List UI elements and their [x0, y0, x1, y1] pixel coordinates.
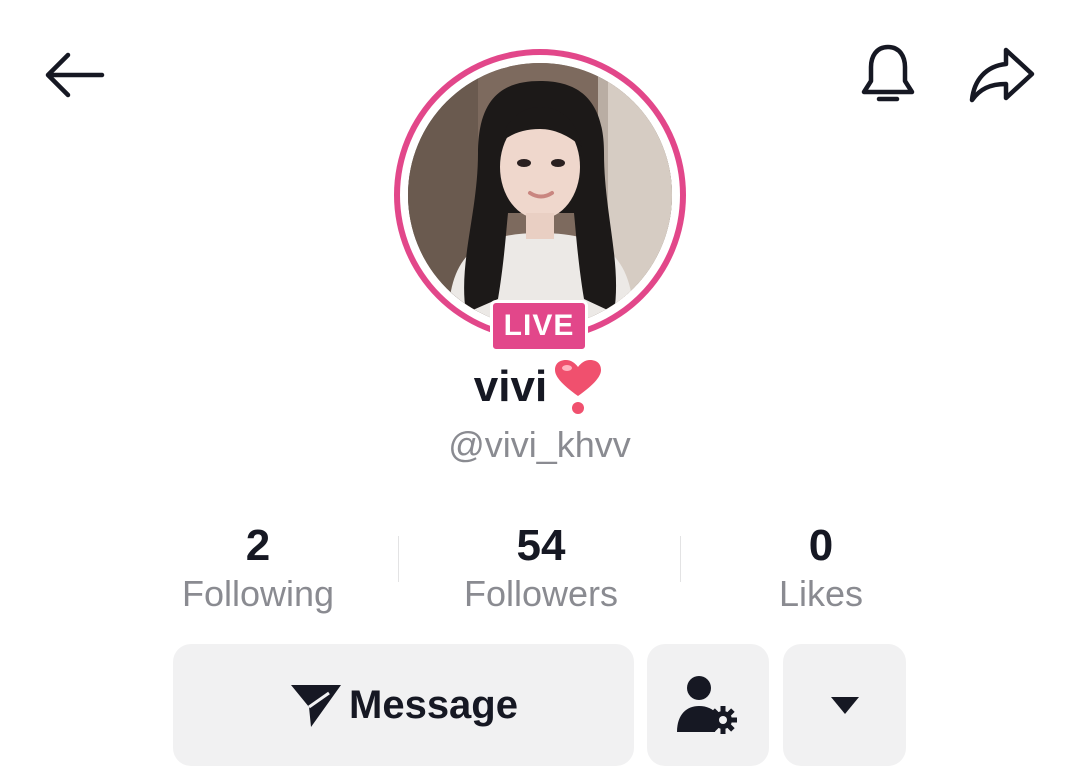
- display-name-row: vivi: [0, 358, 1079, 416]
- friend-settings-button[interactable]: [647, 644, 769, 766]
- likes-label: Likes: [778, 573, 864, 614]
- avatar-photo: [408, 63, 672, 327]
- display-name: vivi: [473, 362, 548, 411]
- stat-following[interactable]: 2 Following: [138, 520, 378, 616]
- more-options-button[interactable]: [783, 644, 906, 766]
- followers-count: 54: [516, 521, 566, 570]
- bell-icon: [861, 44, 915, 102]
- message-button[interactable]: Message: [173, 644, 634, 766]
- heart-exclamation-emoji: [555, 360, 602, 414]
- following-count: 2: [245, 521, 271, 570]
- stat-followers[interactable]: 54 Followers: [421, 520, 661, 616]
- user-gear-icon: [677, 676, 737, 734]
- paper-plane-icon: [291, 685, 341, 727]
- share-button[interactable]: [962, 40, 1040, 110]
- avatar[interactable]: [394, 49, 686, 341]
- likes-count: 0: [808, 521, 834, 570]
- stat-divider: [680, 536, 681, 582]
- live-badge[interactable]: LIVE: [490, 300, 588, 352]
- share-arrow-icon: [969, 47, 1035, 103]
- arrow-left-icon: [45, 52, 105, 98]
- followers-label: Followers: [463, 573, 619, 614]
- notification-bell-button[interactable]: [852, 38, 924, 110]
- profile-page: LIVE vivi @vivi_khvv 2 Following 54 Foll…: [0, 0, 1079, 777]
- username: @vivi_khvv: [448, 424, 631, 465]
- message-label: Message: [349, 682, 518, 727]
- stat-divider: [398, 536, 399, 582]
- following-label: Following: [181, 573, 335, 614]
- stat-likes[interactable]: 0 Likes: [701, 520, 941, 616]
- caret-down-icon: [830, 697, 859, 714]
- back-button[interactable]: [38, 44, 110, 106]
